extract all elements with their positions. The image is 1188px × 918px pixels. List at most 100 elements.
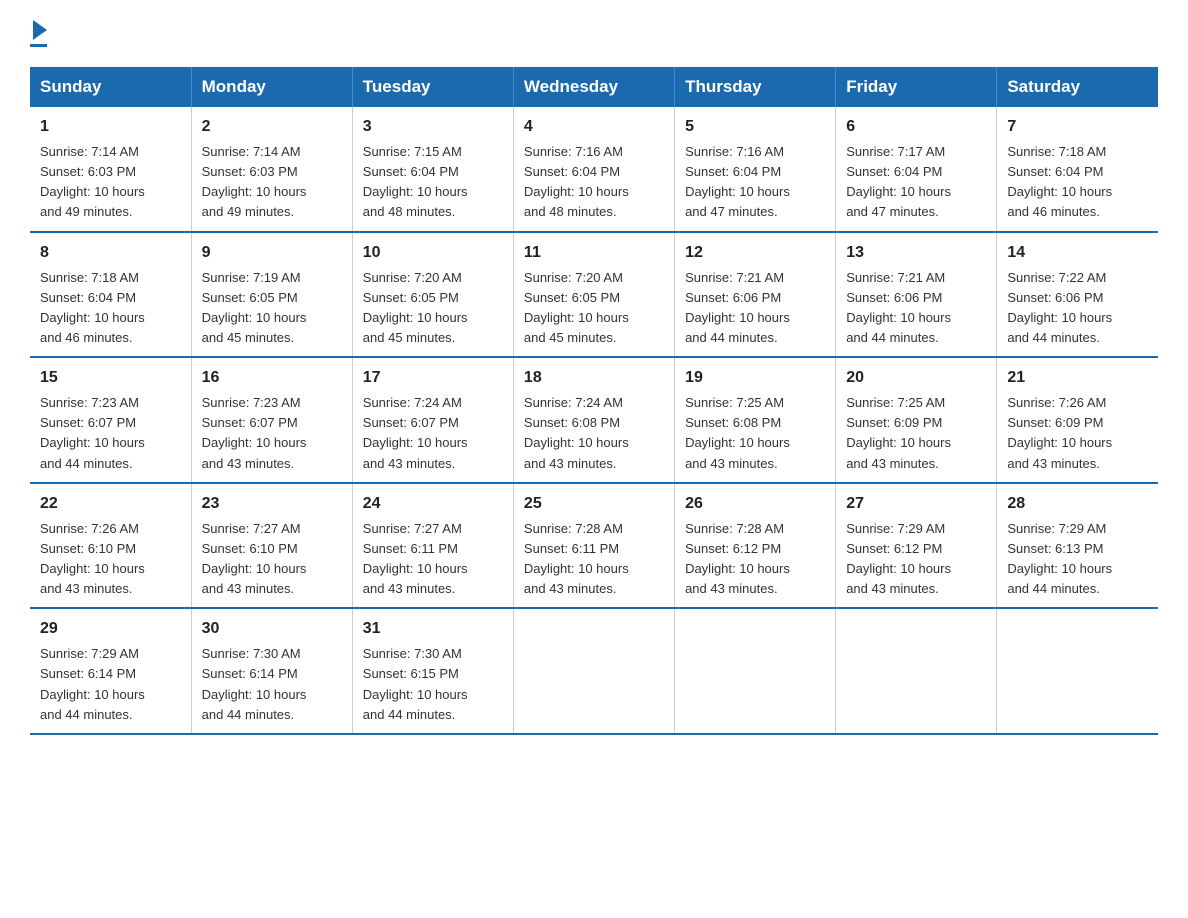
table-row: 9 Sunrise: 7:19 AMSunset: 6:05 PMDaylight… xyxy=(191,232,352,358)
page-header xyxy=(30,20,1158,47)
day-number: 4 xyxy=(524,115,664,139)
logo-arrow-icon xyxy=(33,20,47,40)
day-number: 9 xyxy=(202,241,342,265)
day-info: Sunrise: 7:26 AMSunset: 6:10 PMDaylight:… xyxy=(40,521,145,596)
table-row: 15 Sunrise: 7:23 AMSunset: 6:07 PMDayligh… xyxy=(30,357,191,483)
day-info: Sunrise: 7:29 AMSunset: 6:13 PMDaylight:… xyxy=(1007,521,1112,596)
day-number: 1 xyxy=(40,115,181,139)
day-number: 20 xyxy=(846,366,986,390)
table-row xyxy=(997,608,1158,734)
day-info: Sunrise: 7:18 AMSunset: 6:04 PMDaylight:… xyxy=(1007,144,1112,219)
day-number: 22 xyxy=(40,492,181,516)
day-info: Sunrise: 7:14 AMSunset: 6:03 PMDaylight:… xyxy=(40,144,145,219)
day-header-wednesday: Wednesday xyxy=(513,67,674,107)
day-number: 14 xyxy=(1007,241,1148,265)
table-row: 7 Sunrise: 7:18 AMSunset: 6:04 PMDaylight… xyxy=(997,107,1158,232)
table-row: 28 Sunrise: 7:29 AMSunset: 6:13 PMDayligh… xyxy=(997,483,1158,609)
day-info: Sunrise: 7:18 AMSunset: 6:04 PMDaylight:… xyxy=(40,270,145,345)
table-row: 5 Sunrise: 7:16 AMSunset: 6:04 PMDaylight… xyxy=(675,107,836,232)
day-number: 7 xyxy=(1007,115,1148,139)
day-info: Sunrise: 7:30 AMSunset: 6:14 PMDaylight:… xyxy=(202,646,307,721)
table-row: 11 Sunrise: 7:20 AMSunset: 6:05 PMDayligh… xyxy=(513,232,674,358)
day-info: Sunrise: 7:15 AMSunset: 6:04 PMDaylight:… xyxy=(363,144,468,219)
day-info: Sunrise: 7:24 AMSunset: 6:07 PMDaylight:… xyxy=(363,395,468,470)
table-row: 6 Sunrise: 7:17 AMSunset: 6:04 PMDaylight… xyxy=(836,107,997,232)
day-info: Sunrise: 7:29 AMSunset: 6:12 PMDaylight:… xyxy=(846,521,951,596)
table-row: 30Sunrise: 7:30 AMSunset: 6:14 PMDayligh… xyxy=(191,608,352,734)
day-number: 2 xyxy=(202,115,342,139)
day-number: 27 xyxy=(846,492,986,516)
day-number: 29 xyxy=(40,617,181,641)
calendar-header: SundayMondayTuesdayWednesdayThursdayFrid… xyxy=(30,67,1158,107)
day-header-friday: Friday xyxy=(836,67,997,107)
day-number: 11 xyxy=(524,241,664,265)
table-row: 10 Sunrise: 7:20 AMSunset: 6:05 PMDayligh… xyxy=(352,232,513,358)
day-info: Sunrise: 7:21 AMSunset: 6:06 PMDaylight:… xyxy=(846,270,951,345)
day-number: 25 xyxy=(524,492,664,516)
table-row: 4Sunrise: 7:16 AMSunset: 6:04 PMDaylight… xyxy=(513,107,674,232)
day-info: Sunrise: 7:22 AMSunset: 6:06 PMDaylight:… xyxy=(1007,270,1112,345)
day-number: 19 xyxy=(685,366,825,390)
day-number: 12 xyxy=(685,241,825,265)
day-info: Sunrise: 7:23 AMSunset: 6:07 PMDaylight:… xyxy=(202,395,307,470)
day-number: 15 xyxy=(40,366,181,390)
table-row: 8Sunrise: 7:18 AMSunset: 6:04 PMDaylight… xyxy=(30,232,191,358)
table-row: 20 Sunrise: 7:25 AMSunset: 6:09 PMDayligh… xyxy=(836,357,997,483)
day-info: Sunrise: 7:28 AMSunset: 6:11 PMDaylight:… xyxy=(524,521,629,596)
day-info: Sunrise: 7:20 AMSunset: 6:05 PMDaylight:… xyxy=(363,270,468,345)
day-number: 5 xyxy=(685,115,825,139)
table-row: 26 Sunrise: 7:28 AMSunset: 6:12 PMDayligh… xyxy=(675,483,836,609)
day-number: 23 xyxy=(202,492,342,516)
day-number: 3 xyxy=(363,115,503,139)
table-row: 31 Sunrise: 7:30 AMSunset: 6:15 PMDayligh… xyxy=(352,608,513,734)
day-number: 16 xyxy=(202,366,342,390)
calendar-body: 1 Sunrise: 7:14 AMSunset: 6:03 PMDaylight… xyxy=(30,107,1158,734)
table-row: 23 Sunrise: 7:27 AMSunset: 6:10 PMDayligh… xyxy=(191,483,352,609)
table-row: 29 Sunrise: 7:29 AMSunset: 6:14 PMDayligh… xyxy=(30,608,191,734)
day-info: Sunrise: 7:30 AMSunset: 6:15 PMDaylight:… xyxy=(363,646,468,721)
day-info: Sunrise: 7:28 AMSunset: 6:12 PMDaylight:… xyxy=(685,521,790,596)
calendar-table: SundayMondayTuesdayWednesdayThursdayFrid… xyxy=(30,67,1158,735)
day-info: Sunrise: 7:20 AMSunset: 6:05 PMDaylight:… xyxy=(524,270,629,345)
day-header-sunday: Sunday xyxy=(30,67,191,107)
day-info: Sunrise: 7:17 AMSunset: 6:04 PMDaylight:… xyxy=(846,144,951,219)
day-info: Sunrise: 7:21 AMSunset: 6:06 PMDaylight:… xyxy=(685,270,790,345)
day-header-monday: Monday xyxy=(191,67,352,107)
table-row: 19 Sunrise: 7:25 AMSunset: 6:08 PMDayligh… xyxy=(675,357,836,483)
table-row: 14 Sunrise: 7:22 AMSunset: 6:06 PMDayligh… xyxy=(997,232,1158,358)
day-info: Sunrise: 7:26 AMSunset: 6:09 PMDaylight:… xyxy=(1007,395,1112,470)
table-row: 17Sunrise: 7:24 AMSunset: 6:07 PMDayligh… xyxy=(352,357,513,483)
day-number: 10 xyxy=(363,241,503,265)
table-row: 21 Sunrise: 7:26 AMSunset: 6:09 PMDayligh… xyxy=(997,357,1158,483)
table-row: 13Sunrise: 7:21 AMSunset: 6:06 PMDayligh… xyxy=(836,232,997,358)
logo-blue-part xyxy=(30,20,47,42)
table-row: 24Sunrise: 7:27 AMSunset: 6:11 PMDayligh… xyxy=(352,483,513,609)
day-info: Sunrise: 7:14 AMSunset: 6:03 PMDaylight:… xyxy=(202,144,307,219)
day-info: Sunrise: 7:27 AMSunset: 6:11 PMDaylight:… xyxy=(363,521,468,596)
day-info: Sunrise: 7:25 AMSunset: 6:08 PMDaylight:… xyxy=(685,395,790,470)
table-row: 27 Sunrise: 7:29 AMSunset: 6:12 PMDayligh… xyxy=(836,483,997,609)
day-number: 21 xyxy=(1007,366,1148,390)
day-info: Sunrise: 7:25 AMSunset: 6:09 PMDaylight:… xyxy=(846,395,951,470)
day-info: Sunrise: 7:29 AMSunset: 6:14 PMDaylight:… xyxy=(40,646,145,721)
table-row xyxy=(675,608,836,734)
day-number: 26 xyxy=(685,492,825,516)
logo-underline xyxy=(30,44,47,47)
day-number: 18 xyxy=(524,366,664,390)
day-number: 28 xyxy=(1007,492,1148,516)
table-row: 16 Sunrise: 7:23 AMSunset: 6:07 PMDayligh… xyxy=(191,357,352,483)
table-row: 3 Sunrise: 7:15 AMSunset: 6:04 PMDaylight… xyxy=(352,107,513,232)
day-info: Sunrise: 7:23 AMSunset: 6:07 PMDaylight:… xyxy=(40,395,145,470)
table-row: 2 Sunrise: 7:14 AMSunset: 6:03 PMDaylight… xyxy=(191,107,352,232)
day-number: 31 xyxy=(363,617,503,641)
day-info: Sunrise: 7:24 AMSunset: 6:08 PMDaylight:… xyxy=(524,395,629,470)
day-header-thursday: Thursday xyxy=(675,67,836,107)
day-number: 6 xyxy=(846,115,986,139)
day-header-saturday: Saturday xyxy=(997,67,1158,107)
logo xyxy=(30,20,47,47)
table-row xyxy=(513,608,674,734)
day-info: Sunrise: 7:16 AMSunset: 6:04 PMDaylight:… xyxy=(685,144,790,219)
day-info: Sunrise: 7:27 AMSunset: 6:10 PMDaylight:… xyxy=(202,521,307,596)
table-row: 22 Sunrise: 7:26 AMSunset: 6:10 PMDayligh… xyxy=(30,483,191,609)
day-info: Sunrise: 7:19 AMSunset: 6:05 PMDaylight:… xyxy=(202,270,307,345)
